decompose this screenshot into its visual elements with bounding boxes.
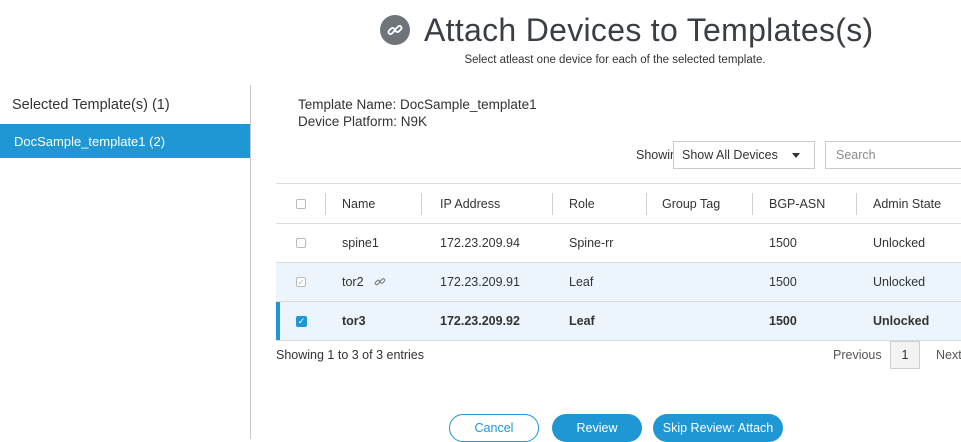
column-header-ip[interactable]: IP Address xyxy=(440,184,500,223)
column-header-group-tag[interactable]: Group Tag xyxy=(662,184,720,223)
page-header: Attach Devices to Templates(s) xyxy=(380,8,873,52)
column-separator xyxy=(421,193,422,215)
cell-ip: 172.23.209.94 xyxy=(440,236,520,250)
cell-ip: 172.23.209.92 xyxy=(440,314,520,328)
column-header-name[interactable]: Name xyxy=(342,184,375,223)
sidebar-header: Selected Template(s) (1) xyxy=(12,97,170,113)
column-header-admin-state[interactable]: Admin State xyxy=(873,184,941,223)
column-separator xyxy=(752,193,753,215)
search-input[interactable] xyxy=(825,141,961,169)
row-checkbox[interactable] xyxy=(296,238,306,248)
link-icon xyxy=(380,15,410,45)
column-header-bgp-asn[interactable]: BGP-ASN xyxy=(769,184,825,223)
next-page-button[interactable]: Next xyxy=(936,348,961,362)
cell-bgp-asn: 1500 xyxy=(769,314,797,328)
skip-review-attach-button[interactable]: Skip Review: Attach xyxy=(653,414,783,442)
column-separator xyxy=(646,193,647,215)
cell-name: tor3 xyxy=(342,314,366,328)
device-filter-select[interactable]: Show All Devices xyxy=(673,141,815,169)
template-name: Template Name: DocSample_template1 xyxy=(298,97,537,112)
row-checkbox[interactable]: ✓ xyxy=(296,315,307,327)
sidebar-item-label: DocSample_template1 (2) xyxy=(14,133,166,149)
column-separator xyxy=(552,193,553,215)
previous-page-button[interactable]: Previous xyxy=(833,348,882,362)
cell-admin-state: Unlocked xyxy=(873,314,930,328)
table-row[interactable]: spine1 172.23.209.94 Spine-rr 1500 Unloc… xyxy=(276,224,961,263)
page-subtitle: Select atleast one device for each of th… xyxy=(464,54,766,66)
entries-info: Showing 1 to 3 of 3 entries xyxy=(276,348,425,362)
table-header-row: Name IP Address Role Group Tag BGP-ASN A… xyxy=(276,183,961,224)
cell-role: Leaf xyxy=(569,314,595,328)
table-row[interactable]: ✓ tor2 172.23.209.91 Leaf 1500 Unlocked xyxy=(276,263,961,302)
row-checkbox[interactable]: ✓ xyxy=(296,277,306,287)
column-header-role[interactable]: Role xyxy=(569,184,595,223)
device-platform: Device Platform: N9K xyxy=(298,114,428,129)
select-all-checkbox[interactable] xyxy=(296,198,306,209)
cancel-button[interactable]: Cancel xyxy=(449,414,539,442)
chevron-down-icon xyxy=(792,152,800,158)
cell-role: Spine-rr xyxy=(569,236,614,250)
column-separator xyxy=(856,193,857,215)
devices-table: Name IP Address Role Group Tag BGP-ASN A… xyxy=(276,183,961,341)
sidebar-item-template[interactable]: DocSample_template1 (2) xyxy=(0,124,250,158)
cell-admin-state: Unlocked xyxy=(873,275,926,289)
cell-bgp-asn: 1500 xyxy=(769,275,797,289)
page-number-button[interactable]: 1 xyxy=(890,341,920,369)
cell-name: tor2 xyxy=(342,275,364,289)
device-filter-value: Show All Devices xyxy=(682,148,778,162)
cell-ip: 172.23.209.91 xyxy=(440,275,520,289)
table-row[interactable]: ✓ tor3 172.23.209.92 Leaf 1500 Unlocked xyxy=(276,302,961,341)
review-button[interactable]: Review xyxy=(552,414,642,442)
cell-role: Leaf xyxy=(569,275,594,289)
column-separator xyxy=(325,193,326,215)
cell-name: spine1 xyxy=(342,236,379,250)
page-title: Attach Devices to Templates(s) xyxy=(424,11,874,48)
cell-admin-state: Unlocked xyxy=(873,236,926,250)
template-sidebar: Selected Template(s) (1) DocSample_templ… xyxy=(0,85,251,439)
attached-link-icon xyxy=(374,276,386,288)
cell-bgp-asn: 1500 xyxy=(769,236,797,250)
